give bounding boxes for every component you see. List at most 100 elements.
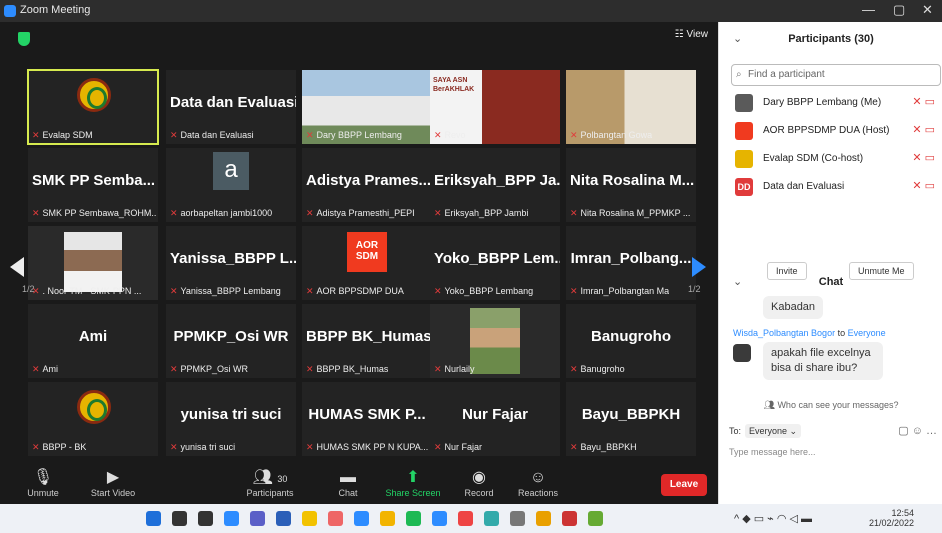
video-feed	[64, 232, 122, 292]
participant-row[interactable]: Dary BBPP Lembang (Me) ✕ ▭	[731, 90, 942, 116]
chat-recipient-select[interactable]: To: Everyone ⌄	[729, 424, 802, 438]
video-tile[interactable]: BBPP BK_Humas ✕ BBPP BK_Humas	[302, 304, 432, 378]
settings-icon[interactable]	[510, 511, 525, 526]
system-tray[interactable]: ^ ◆ ▭ ⌁ ◠ ◁ ▬	[734, 512, 812, 525]
participant-name: Polbangtan Gowa	[580, 130, 653, 140]
todo-icon[interactable]	[354, 511, 369, 526]
share-screen-button[interactable]: ⬆ Share Screen	[384, 468, 442, 498]
participant-name: Dary BBPP Lembang (Me)	[763, 97, 882, 108]
unmute-button[interactable]: 🎙︎ Unmute	[24, 468, 62, 498]
video-tile[interactable]: ✕ Nurlaily	[430, 304, 560, 378]
poster-text: SAYA ASN BerAKHLAK	[433, 77, 475, 93]
more-icon[interactable]: …	[926, 425, 937, 437]
video-tile[interactable]: ✕. Noor TM - SMK-PPN ...	[28, 226, 158, 300]
chat-tools: ▢ ☺ …	[898, 424, 937, 437]
video-tile[interactable]: Adistya Prames... ✕ Adistya Pramesthi_PEPI	[302, 148, 432, 222]
participants-button[interactable]: 👥︎ 30 Participants	[240, 468, 300, 498]
video-tile[interactable]: ✕ Polbangtan Gowa	[566, 70, 696, 144]
tile-name-label: ✕ Revo	[434, 130, 466, 141]
video-tile[interactable]: Imran_Polbang... ✕ Imran_Polbangtan Ma	[566, 226, 696, 300]
participant-name: . Noor TM - SMK-PPN ...	[42, 286, 142, 296]
chat-message-input[interactable]: Type message here...	[729, 447, 816, 457]
video-tile[interactable]: PPMKP_Osi WR ✕ PPMKP_Osi WR	[166, 304, 296, 378]
video-tile[interactable]: Nita Rosalina M... ✕ Nita Rosalina M_PPMKP…	[566, 148, 696, 222]
close-button[interactable]: ✕	[922, 2, 933, 18]
video-tile[interactable]: AOR SDM ✕ AOR BPPSDMP DUA	[302, 226, 432, 300]
participant-row[interactable]: DD Data dan Evaluasi ✕ ▭	[731, 174, 942, 200]
chrome-dev-icon[interactable]	[536, 511, 551, 526]
video-tile[interactable]: Data dan Evaluasi ✕ Data dan Evaluasi	[166, 70, 296, 144]
video-tile[interactable]: ✕ Evalap SDM	[27, 69, 159, 145]
chat-header: ⌄ Chat	[719, 268, 942, 296]
tile-display-name: Yanissa_BBPP L...	[170, 250, 296, 267]
collapse-participants-chevron-icon[interactable]: ⌄	[733, 22, 742, 56]
video-tile[interactable]: Yoko_BBPP Lem... ✕ Yoko_BBPP Lembang	[430, 226, 560, 300]
participant-row[interactable]: Evalap SDM (Co-host) ✕ ▭	[731, 146, 942, 172]
zoom-icon[interactable]	[432, 511, 447, 526]
video-tile[interactable]: Ami ✕ Ami	[28, 304, 158, 378]
file-explorer-icon[interactable]	[380, 511, 395, 526]
teams-icon[interactable]	[250, 511, 265, 526]
minimize-button[interactable]: —	[862, 2, 875, 17]
video-tile[interactable]: a ✕ aorbapeltan jambi1000	[166, 148, 296, 222]
chat-button[interactable]: ▬ Chat	[334, 468, 362, 498]
search-icon[interactable]	[172, 511, 187, 526]
view-button[interactable]: ☷ View	[675, 29, 708, 40]
muted-mic-icon: ✕	[306, 286, 314, 296]
participant-name: aorbapeltan jambi1000	[180, 208, 273, 218]
chrome-icon[interactable]	[458, 511, 473, 526]
word-icon[interactable]	[276, 511, 291, 526]
video-tile[interactable]: Nur Fajar ✕ Nur Fajar	[430, 382, 560, 456]
prev-page-arrow-icon[interactable]	[10, 257, 24, 277]
paint-icon[interactable]	[328, 511, 343, 526]
spotify-icon[interactable]	[406, 511, 421, 526]
who-can-see-link[interactable]: 👥︎ Who can see your messages?	[719, 400, 942, 411]
windows-start-icon[interactable]	[146, 511, 161, 526]
video-tile[interactable]: ✕ Dary BBPP Lembang	[302, 70, 432, 144]
file-icon[interactable]: ▢	[898, 425, 908, 437]
emoji-icon[interactable]: ☺	[912, 425, 923, 437]
office-icon[interactable]	[562, 511, 577, 526]
video-tile[interactable]: Bayu_BBPKH ✕ Bayu_BBPKH	[566, 382, 696, 456]
video-tile[interactable]: yunisa tri suci ✕ yunisa tri suci	[166, 382, 296, 456]
muted-mic-icon: ✕	[32, 208, 40, 218]
video-off-icon: ▶	[106, 469, 120, 486]
clock[interactable]: 12:54 21/02/2022	[869, 508, 914, 528]
muted-mic-icon: ✕	[32, 364, 40, 374]
window-titlebar: Zoom Meeting — ▢ ✕	[0, 0, 942, 22]
video-tile[interactable]: Eriksyah_BPP Ja... ✕ Eriksyah_BPP Jambi	[430, 148, 560, 222]
muted-mic-icon: ✕	[570, 130, 578, 140]
tile-name-label: ✕ AOR BPPSDMP DUA	[306, 286, 404, 297]
video-tile[interactable]: ✕ BBPP - BK	[28, 382, 158, 456]
muted-mic-icon: ✕	[434, 208, 442, 218]
tile-display-name: Ami	[78, 328, 108, 345]
participant-search-input[interactable]: ⌕ Find a participant	[731, 64, 941, 86]
maximize-button[interactable]: ▢	[893, 2, 905, 18]
video-tile[interactable]: Yanissa_BBPP L... ✕ Yanissa_BBPP Lembang	[166, 226, 296, 300]
task-view-icon[interactable]	[198, 511, 213, 526]
record-button[interactable]: ◉ Record	[460, 468, 498, 498]
participant-row[interactable]: AOR BPPSDMP DUA (Host) ✕ ▭	[731, 118, 942, 144]
tile-display-name: Nita Rosalina M...	[570, 172, 695, 189]
participant-name: yunisa tri suci	[180, 442, 236, 452]
sticky-notes-icon[interactable]	[302, 511, 317, 526]
start-video-button[interactable]: ▶ Start Video	[80, 468, 146, 498]
tile-name-label: ✕ Nur Fajar	[434, 442, 482, 453]
muted-mic-icon: ✕	[306, 130, 314, 140]
collapse-chat-chevron-icon[interactable]: ⌄	[733, 268, 742, 296]
next-page-arrow-icon[interactable]	[692, 257, 706, 277]
tile-name-label: ✕ Eriksyah_BPP Jambi	[434, 208, 528, 219]
leave-button[interactable]: Leave	[661, 474, 707, 496]
muted-mic-icon: ✕	[32, 442, 40, 452]
widgets-icon[interactable]	[224, 511, 239, 526]
photos-icon[interactable]	[484, 511, 499, 526]
video-tile[interactable]: SAYA ASN BerAKHLAK ✕ Revo	[430, 70, 560, 144]
participant-name: Dary BBPP Lembang	[316, 130, 402, 140]
participant-avatar	[735, 94, 753, 112]
reactions-button[interactable]: ☺ Reactions	[516, 468, 560, 498]
video-tile[interactable]: HUMAS SMK P... ✕ HUMAS SMK PP N KUPA...	[302, 382, 432, 456]
app-icon[interactable]	[588, 511, 603, 526]
video-tile[interactable]: SMK PP Semba... ✕ SMK PP Sembawa_ROHM...	[28, 148, 158, 222]
shield-icon[interactable]	[18, 32, 30, 46]
video-tile[interactable]: Banugroho ✕ Banugroho	[566, 304, 696, 378]
